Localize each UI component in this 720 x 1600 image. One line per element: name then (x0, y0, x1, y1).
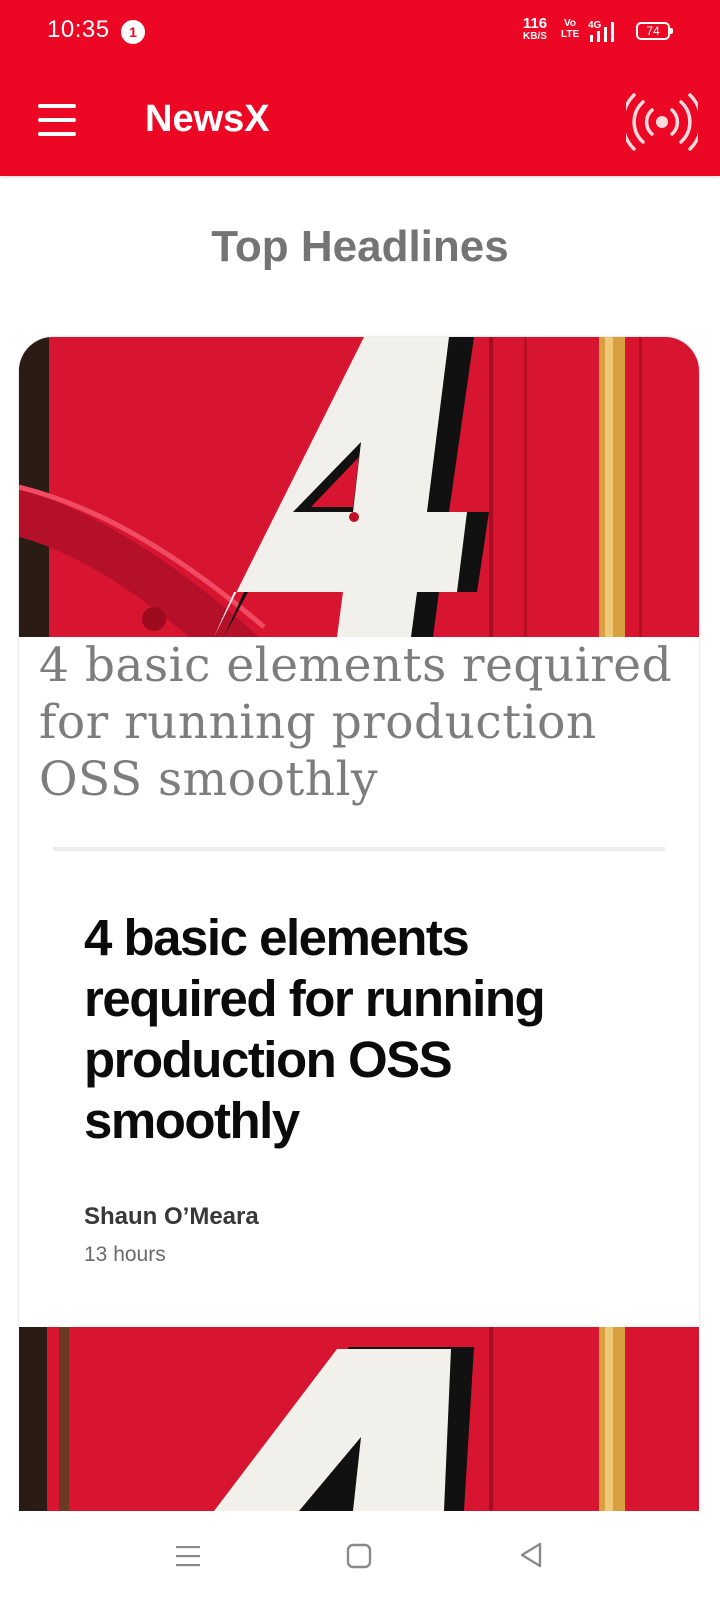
article-preview-title[interactable]: 4 basic elements required for running pr… (39, 637, 679, 808)
battery-indicator: 74 (636, 22, 673, 40)
status-time: 10:35 (47, 16, 110, 43)
volte-line-1: Vo (563, 18, 577, 29)
article-image[interactable] (19, 337, 699, 637)
recents-icon[interactable] (175, 1543, 201, 1569)
live-broadcast-icon[interactable] (626, 92, 698, 152)
next-article-photo (19, 1327, 699, 1511)
network-type-label: 4G (588, 20, 602, 31)
app-bar: NewsX (0, 64, 720, 176)
network-speed-unit: KB/S (523, 31, 547, 42)
next-article-image[interactable] (19, 1327, 699, 1511)
app-title: NewsX (145, 98, 270, 140)
back-icon[interactable] (518, 1541, 544, 1569)
article-author: Shaun O’Meara (84, 1203, 259, 1230)
home-icon[interactable] (346, 1543, 372, 1569)
volte-line-2: LTE (561, 29, 580, 40)
volte-indicator: Vo LTE (561, 18, 579, 40)
section-title: Top Headlines (211, 222, 509, 271)
network-speed-value: 116 (522, 15, 548, 32)
hamburger-menu-icon[interactable] (28, 92, 84, 148)
status-bar: 10:35 1 116 KB/S Vo LTE 4G 74 (0, 0, 720, 64)
notification-badge: 1 (121, 20, 145, 44)
article-divider (53, 847, 665, 851)
system-nav-bar (0, 1511, 720, 1600)
article-card[interactable]: 4 basic elements required for running pr… (19, 337, 699, 1327)
article-headline[interactable]: 4 basic elements required for running pr… (84, 907, 644, 1151)
signal-strength-icon: 4G (588, 20, 614, 42)
network-speed: 116 KB/S (518, 16, 552, 43)
article-published-time: 13 hours (84, 1243, 166, 1266)
